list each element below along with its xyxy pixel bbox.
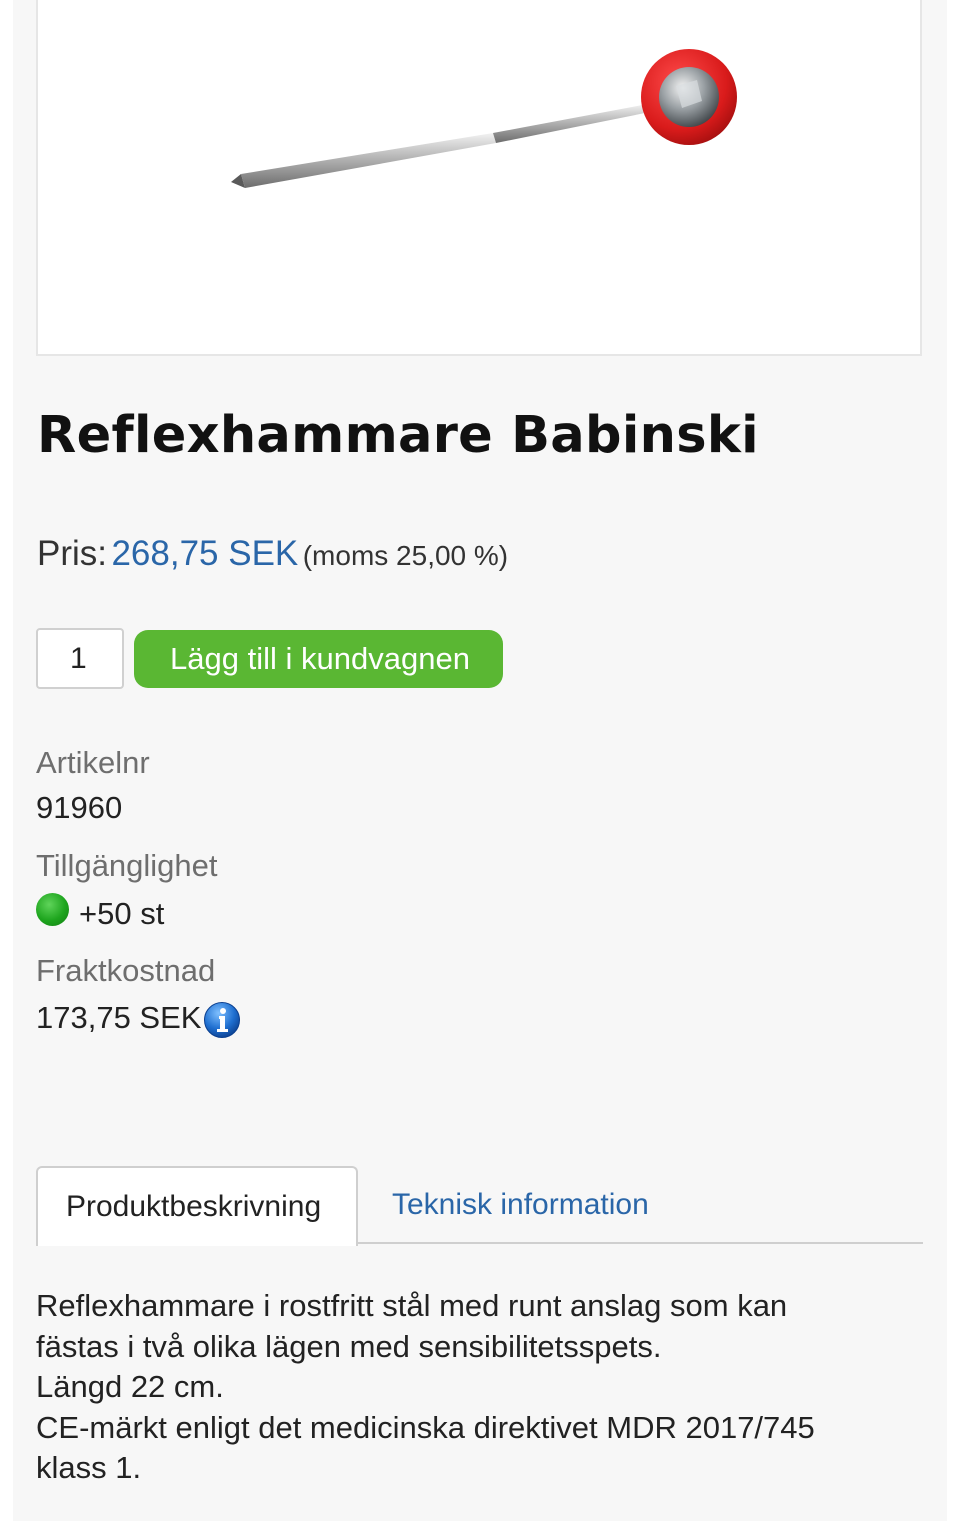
availability-value: +50 st	[79, 896, 165, 931]
tab-product-description[interactable]: Produktbeskrivning	[36, 1166, 358, 1246]
availability-label: Tillgänglighet	[36, 848, 218, 883]
description-line: klass 1.	[36, 1450, 142, 1485]
product-page: Reflexhammare Babinski Pris: 268,75 SEK …	[13, 0, 947, 1521]
price-vat: (moms 25,00 %)	[302, 540, 509, 571]
description-line: Reflexhammare i rostfritt stål med runt …	[36, 1288, 788, 1323]
info-icon[interactable]	[203, 1001, 241, 1039]
price-label: Pris:	[37, 534, 107, 573]
tab-technical-information[interactable]: Teknisk information	[392, 1188, 649, 1222]
green-dot-icon	[36, 893, 69, 926]
description-line: Längd 22 cm.	[36, 1369, 224, 1404]
article-value: 91960	[36, 790, 123, 825]
price-value: 268,75 SEK	[111, 534, 299, 573]
shipping-value: 173,75 SEK	[36, 1000, 202, 1035]
product-description: Reflexhammare i rostfritt stål med runt …	[36, 1286, 916, 1489]
price-row: Pris: 268,75 SEK (moms 25,00 %)	[37, 534, 508, 574]
article-label: Artikelnr	[36, 745, 150, 780]
quantity-input[interactable]	[36, 628, 124, 689]
description-line: CE-märkt enligt det medicinska direktive…	[36, 1409, 815, 1445]
description-line: fästas i två olika lägen med sensibilite…	[36, 1328, 662, 1364]
add-to-cart-button[interactable]: Lägg till i kundvagnen	[134, 630, 503, 688]
product-image[interactable]	[36, 0, 922, 356]
reflex-hammer-illustration	[231, 49, 737, 188]
shipping-label: Fraktkostnad	[36, 953, 216, 988]
product-title: Reflexhammare Babinski	[37, 406, 759, 465]
